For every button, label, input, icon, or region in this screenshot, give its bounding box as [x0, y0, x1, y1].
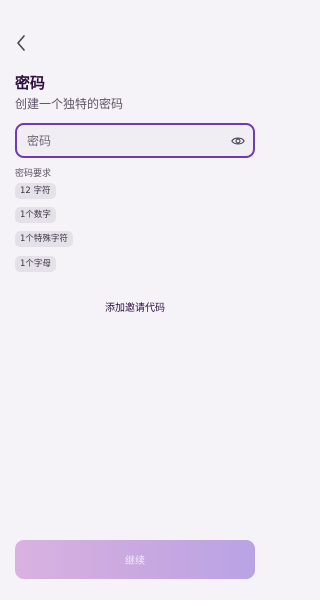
requirement-chip: 1个字母: [15, 256, 56, 272]
page-title: 密码: [15, 74, 46, 92]
password-field[interactable]: [15, 123, 255, 158]
back-button[interactable]: [12, 34, 30, 52]
requirement-chip: 1个数字: [15, 207, 56, 223]
eye-icon[interactable]: [231, 134, 245, 148]
chevron-left-icon: [17, 35, 25, 51]
requirements-label: 密码要求: [15, 169, 52, 179]
requirement-chip: 12 字符: [15, 183, 56, 199]
requirement-chip: 1个特殊字符: [15, 231, 73, 247]
add-invite-code-link[interactable]: 添加邀请代码: [0, 299, 270, 314]
page-subtitle: 创建一个独特的密码: [15, 97, 124, 111]
continue-button[interactable]: 继续: [15, 540, 255, 579]
password-input[interactable]: [25, 132, 229, 149]
